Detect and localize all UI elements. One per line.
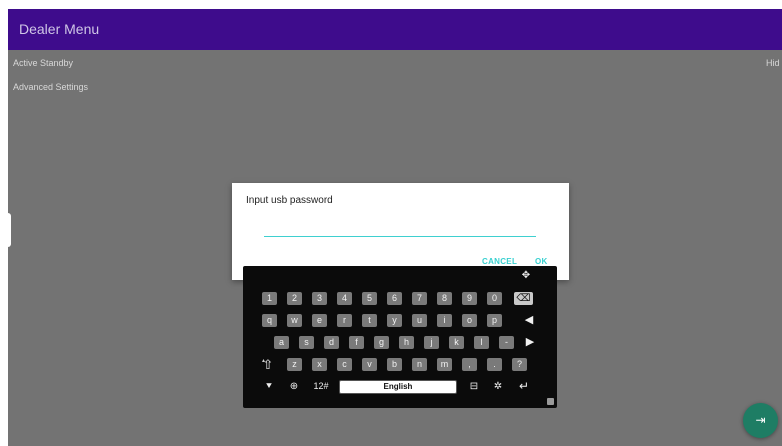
arrow-left-icon[interactable]: ◀ — [523, 314, 535, 327]
key[interactable]: . — [487, 358, 502, 371]
menu-item-active-standby[interactable]: Active Standby — [13, 58, 73, 68]
key[interactable]: y — [387, 314, 402, 327]
exit-button[interactable]: ⇥ — [743, 403, 778, 438]
globe-icon[interactable]: ⊕ — [288, 380, 300, 393]
resize-icon[interactable] — [547, 398, 554, 405]
top-strip — [0, 0, 782, 9]
key[interactable]: q — [262, 314, 277, 327]
enter-icon[interactable]: ↵ — [517, 380, 531, 393]
key[interactable]: 8 — [437, 292, 452, 305]
shift-icon[interactable]: ⇧ — [261, 358, 275, 371]
key[interactable]: s — [299, 336, 314, 349]
active-standby-value: Hid — [766, 58, 780, 68]
move-handle-icon[interactable]: ✥ — [519, 269, 533, 282]
key[interactable]: b — [387, 358, 402, 371]
app-bar: Dealer Menu — [8, 9, 782, 50]
key[interactable]: 4 — [337, 292, 352, 305]
key[interactable]: a — [274, 336, 289, 349]
screen: Dealer Menu Active Standby Hid Advanced … — [0, 0, 782, 446]
hide-keyboard-icon[interactable]: ⯆ — [263, 380, 275, 393]
key[interactable]: 1 — [262, 292, 277, 305]
cancel-button[interactable]: CANCEL — [482, 257, 517, 266]
key[interactable]: n — [412, 358, 427, 371]
exit-icon: ⇥ — [755, 413, 766, 427]
app-title: Dealer Menu — [19, 21, 100, 37]
arrow-right-icon[interactable]: ▶ — [524, 336, 536, 349]
key[interactable]: e — [312, 314, 327, 327]
mode-switch-key[interactable]: 12# — [312, 380, 330, 393]
key[interactable]: u — [412, 314, 427, 327]
side-pull-tab[interactable] — [5, 213, 11, 247]
space-key[interactable]: English — [339, 380, 457, 394]
key[interactable]: t — [362, 314, 377, 327]
key[interactable]: 6 — [387, 292, 402, 305]
key[interactable]: w — [287, 314, 302, 327]
key[interactable]: i — [437, 314, 452, 327]
key[interactable]: l — [474, 336, 489, 349]
key[interactable]: k — [449, 336, 464, 349]
key[interactable]: p — [487, 314, 502, 327]
key[interactable]: o — [462, 314, 477, 327]
key[interactable]: j — [424, 336, 439, 349]
key[interactable]: ? — [512, 358, 527, 371]
key[interactable]: g — [374, 336, 389, 349]
key[interactable]: - — [499, 336, 514, 349]
ok-button[interactable]: OK — [535, 257, 548, 266]
key[interactable]: 2 — [287, 292, 302, 305]
key[interactable]: 9 — [462, 292, 477, 305]
key[interactable]: 0 — [487, 292, 502, 305]
key[interactable]: r — [337, 314, 352, 327]
dialog-title: Input usb password — [246, 195, 333, 206]
key[interactable]: v — [362, 358, 377, 371]
key[interactable]: f — [349, 336, 364, 349]
key[interactable]: 5 — [362, 292, 377, 305]
onscreen-keyboard: ✥ 1 2 3 4 5 6 7 8 9 0 ⌫ q w e r t y u i … — [243, 266, 557, 408]
password-input[interactable] — [264, 223, 536, 237]
menu-item-advanced-settings[interactable]: Advanced Settings — [13, 82, 88, 92]
key[interactable]: x — [312, 358, 327, 371]
key[interactable]: h — [399, 336, 414, 349]
key[interactable]: , — [462, 358, 477, 371]
key[interactable]: 3 — [312, 292, 327, 305]
backspace-icon[interactable]: ⌫ — [514, 292, 533, 305]
width-toggle-icon[interactable]: ⊟ — [468, 380, 480, 393]
key[interactable]: m — [437, 358, 452, 371]
key[interactable]: d — [324, 336, 339, 349]
settings-icon[interactable]: ✲ — [492, 380, 504, 393]
key[interactable]: c — [337, 358, 352, 371]
key[interactable]: 7 — [412, 292, 427, 305]
key[interactable]: z — [287, 358, 302, 371]
